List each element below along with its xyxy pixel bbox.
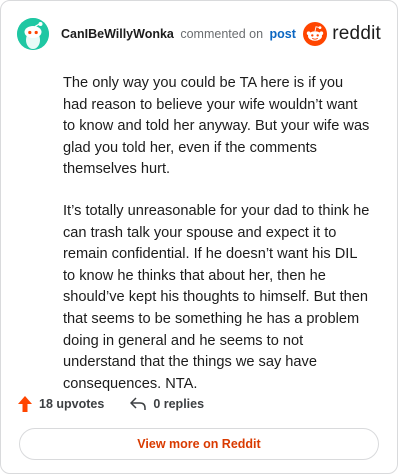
post-link[interactable]: post bbox=[270, 27, 296, 41]
username-link[interactable]: CanIBeWillyWonka bbox=[61, 27, 174, 41]
comment-paragraph: It’s totally unreasonable for your dad t… bbox=[63, 202, 370, 392]
reply-arrow-icon bbox=[130, 397, 147, 410]
upvote-count: 18 upvotes bbox=[39, 397, 105, 411]
upvote-button[interactable]: 18 upvotes bbox=[18, 396, 104, 412]
comment-meta: CanIBeWillyWonka commented on post bbox=[61, 27, 303, 41]
reply-count: 0 replies bbox=[153, 397, 205, 411]
embedded-comment-card: CanIBeWillyWonka commented on post reddi… bbox=[0, 0, 398, 474]
comment-paragraph: The only way you could be TA here is if … bbox=[63, 75, 370, 178]
reddit-brand[interactable]: reddit bbox=[303, 22, 381, 46]
reply-button[interactable]: 0 replies bbox=[130, 397, 204, 411]
comment-actions: 18 upvotes 0 replies bbox=[18, 393, 230, 415]
upvote-arrow-icon bbox=[18, 396, 32, 412]
reddit-logo-icon bbox=[303, 22, 328, 46]
comment-body: The only way you could be TA here is if … bbox=[63, 73, 371, 415]
view-more-button[interactable]: View more on Reddit bbox=[19, 428, 379, 460]
reddit-wordmark: reddit bbox=[332, 23, 381, 44]
comment-header: CanIBeWillyWonka commented on post reddi… bbox=[17, 16, 381, 52]
commented-on-text: commented on bbox=[180, 27, 264, 41]
snoo-avatar-icon[interactable] bbox=[17, 18, 49, 50]
